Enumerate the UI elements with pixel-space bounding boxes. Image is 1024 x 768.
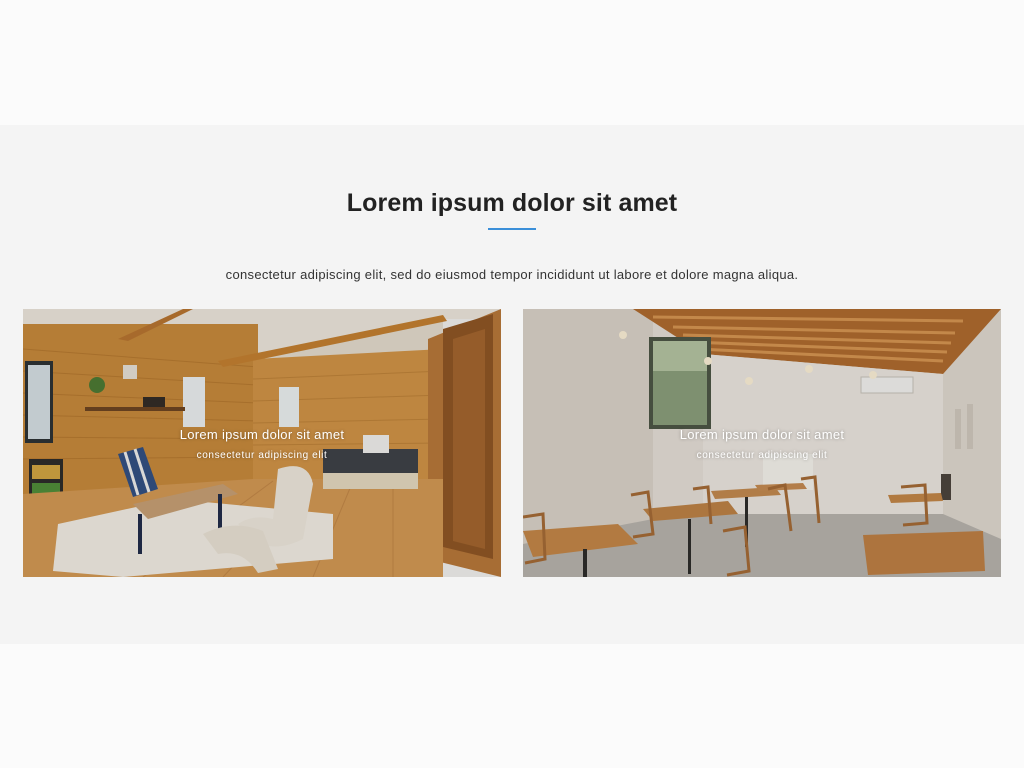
card-title: Lorem ipsum dolor sit amet (179, 427, 345, 442)
card-subtitle: consectetur adipiscing elit (696, 450, 828, 461)
section-title: Lorem ipsum dolor sit amet (346, 189, 678, 217)
title-underline (488, 228, 536, 230)
gallery-card-living-room[interactable]: Lorem ipsum dolor sit amet consectetur a… (23, 309, 501, 577)
section-subtitle: consectetur adipiscing elit, sed do eius… (225, 267, 799, 282)
card-overlay (523, 309, 1001, 577)
card-overlay (23, 309, 501, 577)
card-title: Lorem ipsum dolor sit amet (679, 427, 845, 442)
card-subtitle: consectetur adipiscing elit (196, 450, 328, 461)
gallery-card-cafe[interactable]: Lorem ipsum dolor sit amet consectetur a… (523, 309, 1001, 577)
